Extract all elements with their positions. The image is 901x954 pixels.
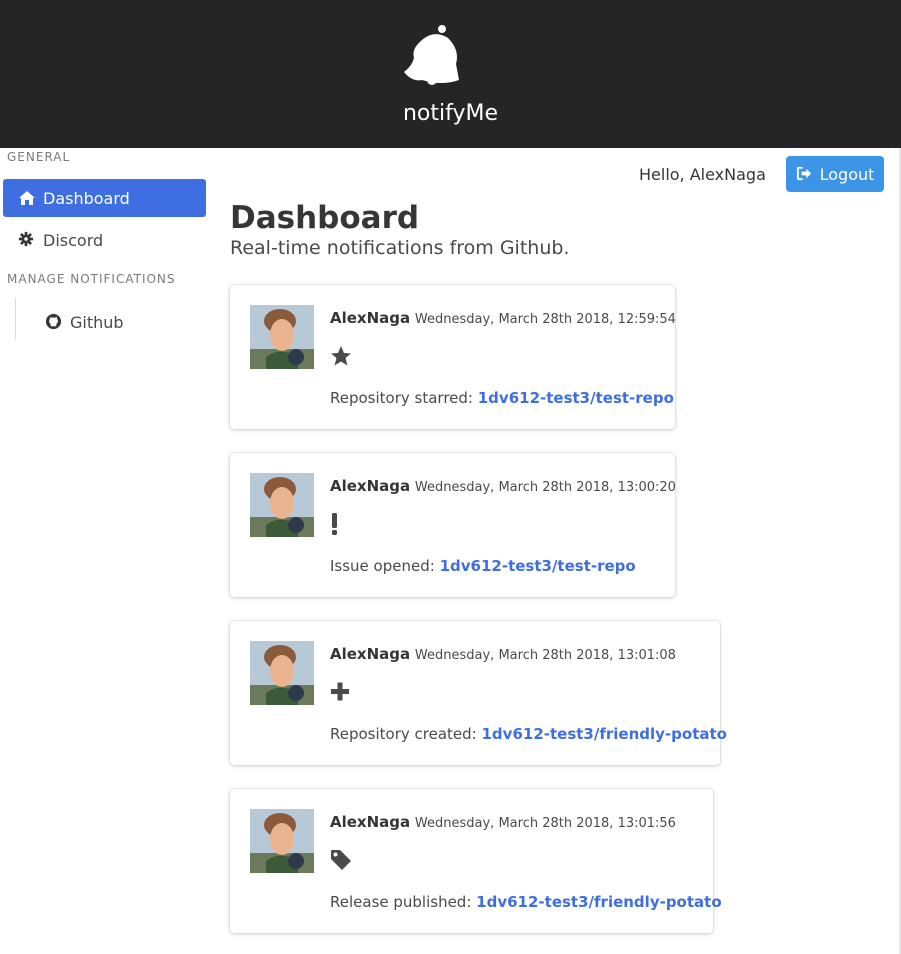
sidebar-item-label: Dashboard: [43, 188, 130, 208]
sidebar-item-dashboard[interactable]: Dashboard: [3, 179, 206, 217]
avatar: [250, 641, 314, 705]
notification-text: Repository starred:: [330, 389, 473, 407]
sidebar-item-discord[interactable]: Discord: [3, 221, 206, 259]
notification-user: AlexNaga: [330, 813, 411, 831]
notification-message: Repository created: 1dv612-test3/friendl…: [330, 725, 727, 743]
sign-out-icon: [796, 165, 814, 183]
sidebar-item-github[interactable]: Github: [30, 303, 180, 341]
notification-time: Wednesday, March 28th 2018, 13:01:56: [414, 816, 676, 831]
avatar: [250, 305, 314, 369]
avatar: [250, 809, 314, 873]
page-subtitle: Real-time notifications from Github.: [230, 237, 570, 259]
sidebar-item-label: Github: [70, 312, 124, 332]
hero-header: notifyMe: [0, 0, 901, 148]
star-icon: [331, 346, 351, 366]
gear-icon: [18, 231, 36, 249]
home-icon: [18, 189, 36, 207]
notification-card: AlexNaga Wednesday, March 28th 2018, 13:…: [230, 453, 676, 597]
avatar: [250, 473, 314, 537]
repo-link[interactable]: 1dv612-test3/friendly-potato: [482, 725, 727, 743]
notification-user: AlexNaga: [330, 645, 411, 663]
notification-message: Release published: 1dv612-test3/friendly…: [330, 893, 722, 911]
notification-card: AlexNaga Wednesday, March 28th 2018, 13:…: [230, 621, 727, 765]
notification-header: AlexNaga Wednesday, March 28th 2018, 13:…: [330, 645, 676, 663]
notification-header: AlexNaga Wednesday, March 28th 2018, 12:…: [330, 309, 676, 327]
repo-link[interactable]: 1dv612-test3/friendly-potato: [476, 893, 721, 911]
greeting-text: Hello, AlexNaga: [639, 165, 766, 184]
repo-link[interactable]: 1dv612-test3/test-repo: [440, 557, 636, 575]
logout-button[interactable]: Logout: [786, 156, 884, 192]
bell-icon: [404, 25, 459, 85]
notification-message: Issue opened: 1dv612-test3/test-repo: [330, 557, 636, 575]
tag-icon: [331, 850, 351, 870]
submenu-border: [15, 298, 16, 340]
menu-label-manage: MANAGE NOTIFICATIONS: [7, 272, 176, 286]
notification-message: Repository starred: 1dv612-test3/test-re…: [330, 389, 674, 407]
notification-time: Wednesday, March 28th 2018, 13:01:08: [414, 648, 676, 663]
notification-time: Wednesday, March 28th 2018, 13:00:20: [414, 480, 676, 495]
notification-user: AlexNaga: [330, 477, 411, 495]
notification-text: Repository created:: [330, 725, 477, 743]
notification-time: Wednesday, March 28th 2018, 12:59:54: [414, 312, 676, 327]
notification-header: AlexNaga Wednesday, March 28th 2018, 13:…: [330, 477, 676, 495]
menu-label-general: GENERAL: [7, 150, 71, 164]
sidebar-item-label: Discord: [43, 230, 104, 250]
logout-label: Logout: [819, 164, 875, 184]
notification-card: AlexNaga Wednesday, March 28th 2018, 12:…: [230, 285, 676, 429]
app-brand: notifyMe: [402, 101, 499, 126]
plus-icon: [331, 682, 349, 701]
page-title: Dashboard: [230, 200, 420, 236]
exclamation-icon: [332, 513, 337, 535]
notification-text: Issue opened:: [330, 557, 435, 575]
notification-user: AlexNaga: [330, 309, 411, 327]
notification-card: AlexNaga Wednesday, March 28th 2018, 13:…: [230, 789, 722, 933]
repo-link[interactable]: 1dv612-test3/test-repo: [478, 389, 674, 407]
github-icon: [45, 313, 63, 331]
notification-text: Release published:: [330, 893, 472, 911]
notification-header: AlexNaga Wednesday, March 28th 2018, 13:…: [330, 813, 676, 831]
